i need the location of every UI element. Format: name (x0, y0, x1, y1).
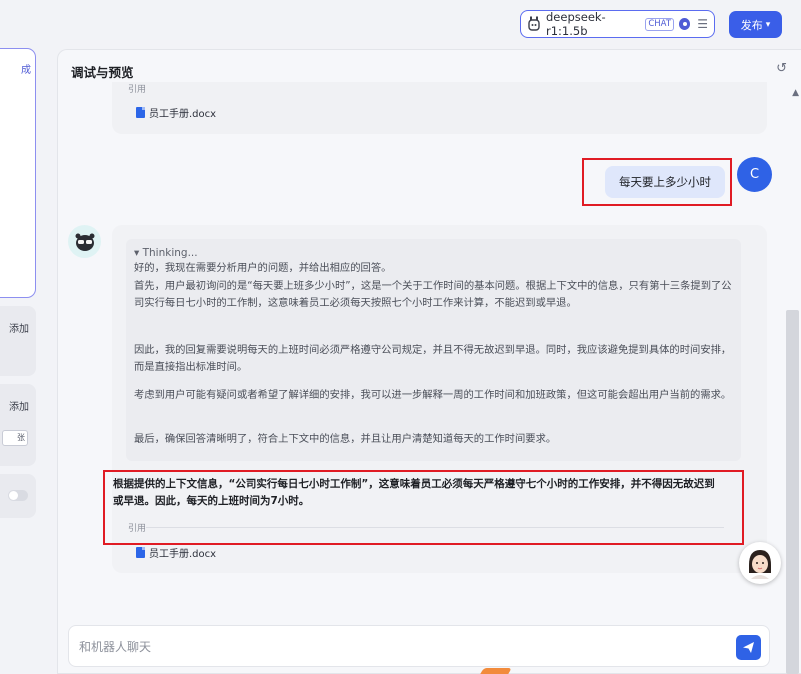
scroll-up-icon[interactable]: ▲ (792, 88, 799, 98)
thinking-paragraph: 首先，用户最初询问的是“每天要上班多少小时”，这是一个关于工作时间的基本问题。根… (134, 280, 732, 309)
model-bot-icon (527, 16, 541, 32)
top-bar: deepseek-r1:1.5b CHAT ☰ 发布 ▾ (0, 0, 801, 48)
left-toggle-card (0, 474, 36, 518)
thinking-toggle[interactable]: ▾ Thinking... (134, 247, 198, 259)
publish-button[interactable]: 发布 ▾ (729, 11, 782, 38)
left-card-label: 成 (21, 65, 31, 76)
chevron-down-icon: ▾ (765, 19, 771, 30)
refresh-icon[interactable]: ↺ (776, 61, 787, 76)
assistant-avatar-button[interactable] (739, 542, 781, 584)
previous-cite-label: 引用 (128, 85, 147, 95)
chat-input[interactable] (79, 638, 719, 656)
chat-tag: CHAT (645, 17, 675, 31)
scrollbar[interactable] (786, 310, 799, 674)
visibility-icon[interactable] (679, 18, 691, 30)
send-icon (743, 642, 754, 653)
previous-doc-name: 员工手册.docx (149, 109, 217, 120)
settings-sliders-icon[interactable]: ☰ (697, 17, 708, 31)
left-config-card[interactable]: 成 (0, 48, 36, 298)
thinking-paragraph: 好的，我现在需要分析用户的问题，并给出相应的回答。 (134, 262, 392, 274)
highlight-box-question (582, 158, 732, 206)
add-label: 添加 (9, 324, 29, 335)
left-add-card-2[interactable]: 添加 张 (0, 384, 36, 466)
document-icon (136, 547, 145, 558)
left-mini-input[interactable]: 张 (2, 430, 28, 446)
bot-avatar-icon (68, 225, 101, 258)
highlight-box-answer (103, 470, 744, 545)
answer-doc-link[interactable]: 员工手册.docx (136, 545, 216, 560)
thinking-paragraph: 因此，我的回复需要说明每天的上班时间必须严格遵守公司规定，并且不得无故迟到早退。… (134, 344, 732, 373)
publish-label: 发布 (740, 18, 763, 32)
left-add-card[interactable]: 添加 (0, 306, 36, 376)
model-selector[interactable]: deepseek-r1:1.5b CHAT ☰ (520, 10, 715, 38)
answer-doc-name: 员工手册.docx (149, 549, 217, 560)
thinking-panel: ▾ Thinking... 好的，我现在需要分析用户的问题，并给出相应的回答。 … (126, 239, 741, 461)
panel-title: 调试与预览 (71, 65, 134, 80)
thinking-paragraph: 考虑到用户可能有疑问或者希望了解详细的安排，我可以进一步解释一周的工作时间和加班… (134, 389, 732, 401)
previous-doc-link[interactable]: 员工手册.docx (136, 105, 216, 120)
send-button[interactable] (736, 635, 761, 660)
add-label-2: 添加 (9, 402, 29, 413)
thinking-paragraph: 最后，确保回答清晰明了，符合上下文中的信息，并且让用户清楚知道每天的工作时间要求… (134, 433, 557, 445)
decorative-mark (480, 668, 512, 674)
user-avatar: C (737, 157, 772, 192)
model-name: deepseek-r1:1.5b (546, 10, 606, 38)
chat-composer (68, 625, 770, 667)
document-icon (136, 107, 145, 118)
feature-toggle[interactable] (8, 490, 28, 501)
